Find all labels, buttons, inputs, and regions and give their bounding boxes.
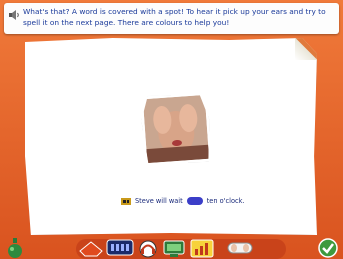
child-covering-eyes-photo	[140, 92, 213, 167]
sentence-after: ten o'clock.	[206, 197, 245, 205]
bar-chart-icon[interactable]	[190, 239, 214, 258]
ears-icon[interactable]	[226, 239, 254, 257]
potion-bottle-icon[interactable]	[6, 237, 24, 259]
hidden-word-spot[interactable]	[186, 197, 203, 205]
instruction-text: What's that? A word is covered with a sp…	[23, 7, 326, 27]
paint-spot-icon[interactable]	[121, 197, 131, 206]
sentence-before: Steve will wait	[135, 197, 183, 205]
speaker-icon[interactable]	[8, 9, 20, 21]
headphones-icon[interactable]	[138, 239, 158, 258]
computer-icon[interactable]	[162, 239, 186, 258]
instruction-bar: What's that? A word is covered with a sp…	[4, 3, 339, 34]
bottom-toolbar	[0, 237, 343, 259]
worksheet-paper: Steve will wait ten o'clock.	[25, 38, 317, 235]
cloze-sentence: Steve will wait ten o'clock.	[121, 194, 245, 208]
clock-display-icon[interactable]	[106, 239, 134, 256]
home-arrow-icon[interactable]	[78, 239, 104, 258]
check-icon[interactable]	[318, 238, 338, 258]
